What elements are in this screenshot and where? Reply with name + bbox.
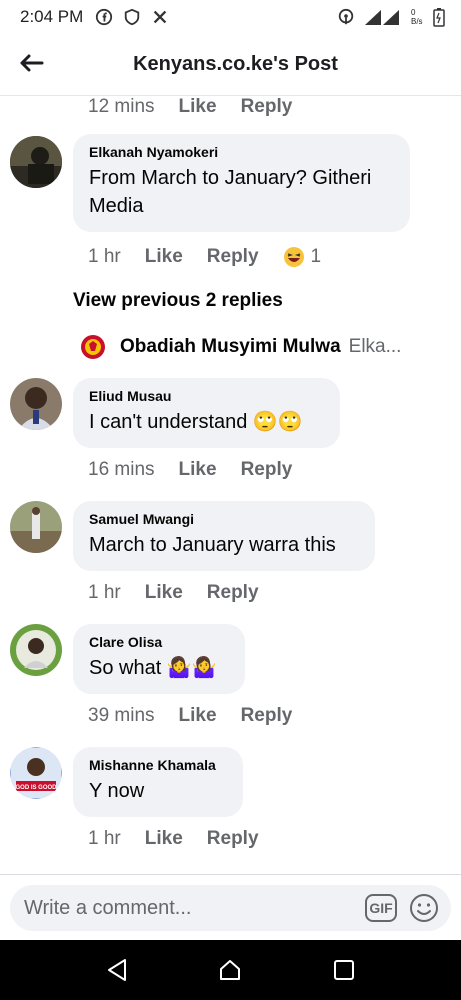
avatar[interactable]: [10, 501, 62, 553]
tools-icon: [154, 10, 167, 24]
comment-input[interactable]: Write a comment... GIF: [10, 885, 451, 931]
reply-button[interactable]: Reply: [241, 96, 293, 118]
commenter-name[interactable]: Elkanah Nyamokeri: [89, 144, 394, 160]
status-bar: 2:04 PM 36 0 B/s: [0, 0, 461, 34]
comment-meta-row: 1 hr Like Reply 1: [88, 246, 345, 268]
comment-text: So what 🤷‍♀️🤷‍♀️: [89, 657, 217, 679]
signal-icon: 36: [365, 10, 399, 25]
comment-time: 1 hr: [88, 828, 121, 849]
gif-button[interactable]: GIF: [365, 894, 397, 922]
commenter-name[interactable]: Clare Olisa: [89, 634, 229, 650]
avatar[interactable]: GOD IS GOOD: [10, 747, 62, 799]
haha-icon: [283, 247, 304, 267]
home-nav-icon[interactable]: [216, 956, 244, 984]
comment-input-placeholder[interactable]: Write a comment...: [24, 897, 365, 920]
svg-text:36: 36: [385, 11, 393, 18]
reply-button[interactable]: Reply: [241, 459, 293, 481]
comment-meta-row: 39 mins Like Reply: [88, 705, 316, 727]
like-button[interactable]: Like: [179, 96, 217, 118]
hotspot-icon: [338, 8, 354, 25]
commenter-name[interactable]: Eliud Musau: [89, 388, 324, 404]
comment-meta-row: 12 mins Like Reply: [88, 96, 316, 118]
comment-meta-row: 1 hr Like Reply: [88, 582, 283, 604]
avatar[interactable]: [78, 332, 108, 362]
reply-snippet: Elka...: [348, 336, 402, 357]
avatar[interactable]: [10, 136, 62, 188]
comment-bubble[interactable]: Samuel Mwangi March to January warra thi…: [73, 501, 375, 571]
comment-bubble[interactable]: Elkanah Nyamokeri From March to January?…: [73, 134, 410, 232]
page-title: Kenyans.co.ke's Post: [133, 53, 338, 75]
battery-icon: [433, 8, 445, 27]
comment-time: 16 mins: [88, 459, 155, 480]
reply-button[interactable]: Reply: [207, 828, 259, 850]
system-nav-bar: [0, 940, 461, 1000]
like-button[interactable]: Like: [145, 582, 183, 604]
back-arrow-icon[interactable]: [16, 48, 46, 78]
reply-author-name[interactable]: Obadiah Musyimi Mulwa: [120, 336, 341, 358]
like-button[interactable]: Like: [145, 828, 183, 850]
reply-button[interactable]: Reply: [207, 582, 259, 604]
comment-time: 1 hr: [88, 246, 121, 267]
commenter-name[interactable]: Mishanne Khamala: [89, 757, 227, 773]
comment-text: March to January warra this: [89, 534, 336, 556]
reply-button[interactable]: Reply: [241, 705, 293, 727]
comment-time: 12 mins: [88, 96, 155, 117]
emoji-icon[interactable]: [409, 893, 439, 923]
status-time: 2:04 PM: [20, 7, 84, 26]
reply-preview[interactable]: Obadiah Musyimi Mulwa Elka...: [78, 332, 401, 362]
commenter-name[interactable]: Samuel Mwangi: [89, 511, 359, 527]
speed-label: 0 B/s: [411, 8, 423, 26]
comments-list[interactable]: 12 mins Like Reply Elkanah Nyamokeri Fro…: [0, 96, 461, 874]
avatar[interactable]: [10, 378, 62, 430]
shield-icon: [125, 8, 140, 26]
app-header: Kenyans.co.ke's Post: [0, 34, 461, 96]
like-button[interactable]: Like: [179, 705, 217, 727]
reaction-count: 1: [310, 246, 322, 267]
like-button[interactable]: Like: [145, 246, 183, 268]
comment-text: From March to January? Githeri Media: [89, 167, 372, 217]
view-previous-replies-link[interactable]: View previous 2 replies: [73, 290, 283, 312]
comment-text: Y now: [89, 780, 145, 802]
reply-button[interactable]: Reply: [207, 246, 259, 268]
comment-bubble[interactable]: Clare Olisa So what 🤷‍♀️🤷‍♀️: [73, 624, 245, 694]
svg-text:GOD IS GOOD: GOD IS GOOD: [15, 785, 57, 791]
recents-nav-icon[interactable]: [330, 956, 358, 984]
like-button[interactable]: Like: [179, 459, 217, 481]
comment-meta-row: 16 mins Like Reply: [88, 459, 316, 481]
facebook-icon: [96, 8, 113, 26]
back-nav-icon[interactable]: [103, 956, 131, 984]
comment-time: 39 mins: [88, 705, 155, 726]
comment-composer: Write a comment... GIF: [0, 874, 461, 940]
comment-bubble[interactable]: Eliud Musau I can't understand 🙄🙄: [73, 378, 340, 448]
comment-text: I can't understand 🙄🙄: [89, 411, 303, 433]
reaction-summary[interactable]: 1: [283, 246, 322, 268]
comment-bubble[interactable]: Mishanne Khamala Y now: [73, 747, 243, 817]
comment-time: 1 hr: [88, 582, 121, 603]
comment-meta-row: 1 hr Like Reply: [88, 828, 283, 850]
avatar[interactable]: [10, 624, 62, 676]
